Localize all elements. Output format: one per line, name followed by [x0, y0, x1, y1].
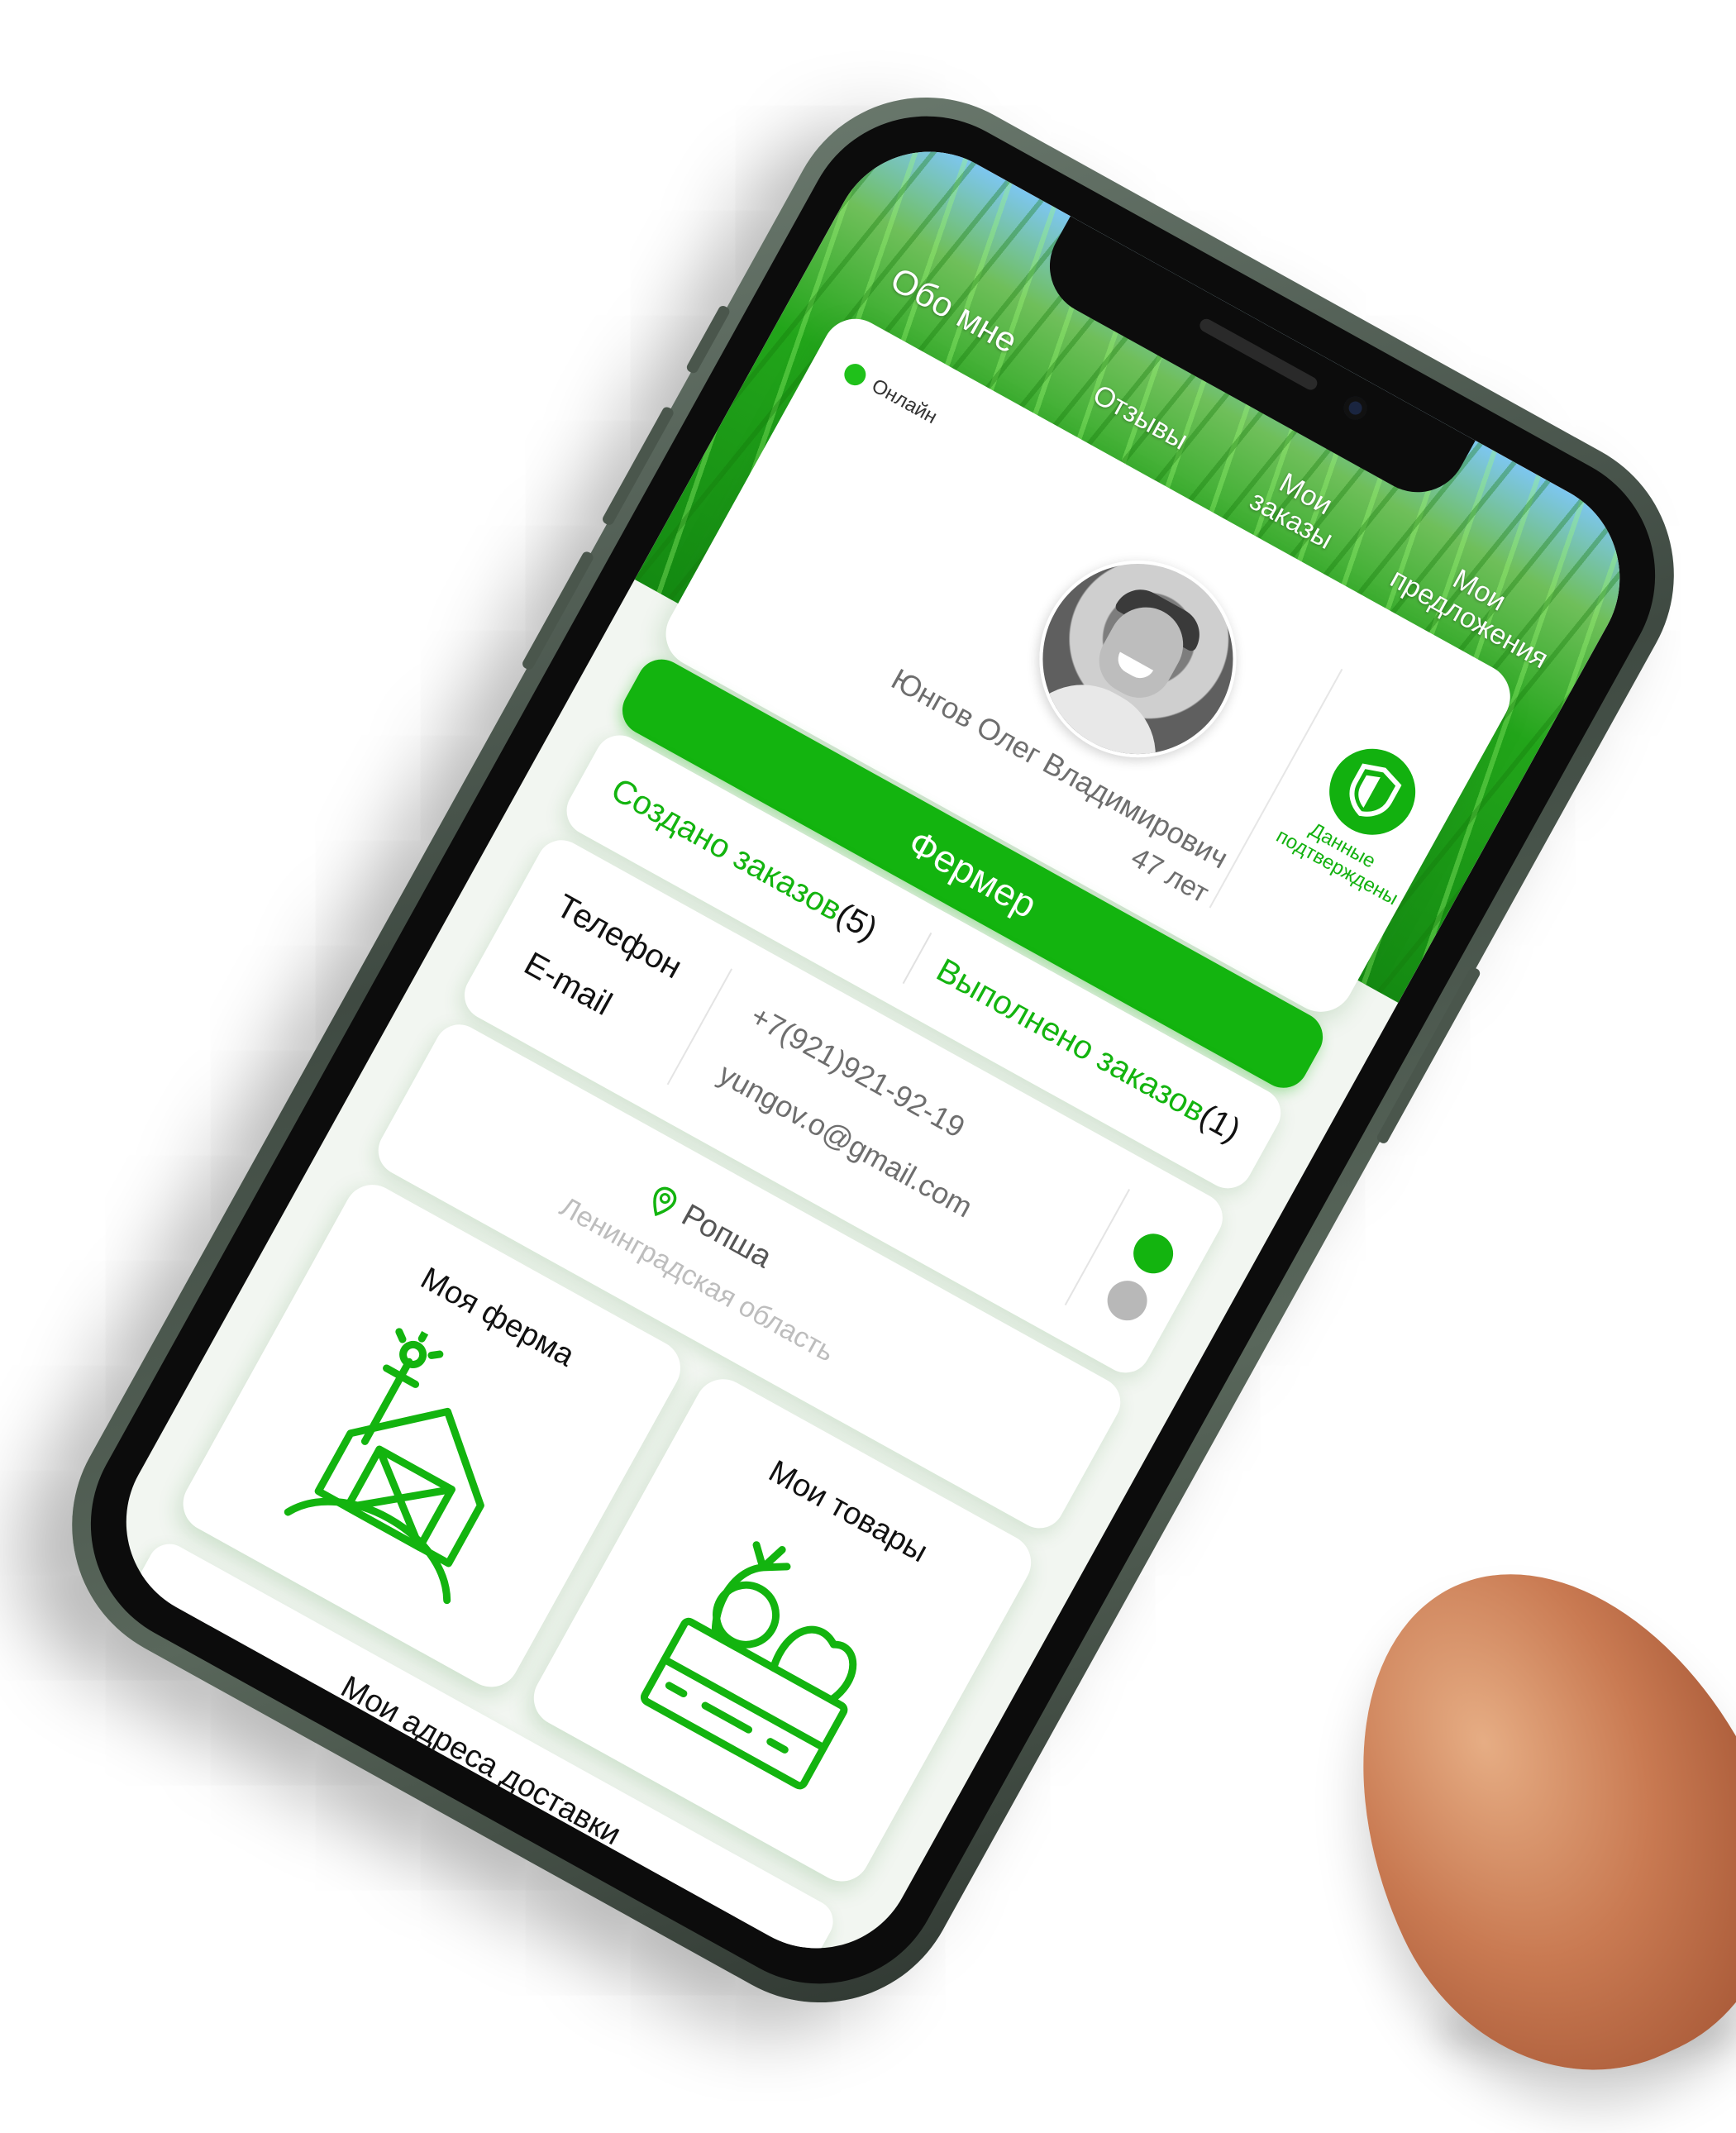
online-dot-icon [840, 360, 870, 389]
online-status-label: Онлайн [867, 374, 942, 429]
online-status: Онлайн [840, 360, 941, 430]
egg-decoration [1278, 1504, 1736, 2133]
farm-barn-icon [284, 1328, 484, 1605]
vegetable-crate-icon [640, 1541, 857, 1790]
email-unverified-icon [1099, 1273, 1155, 1328]
phone-verified-icon [1126, 1226, 1180, 1281]
email-label: E-mail [517, 945, 618, 1023]
map-pin-icon [653, 1186, 677, 1216]
divider [902, 932, 932, 985]
front-camera-icon [1339, 392, 1371, 424]
